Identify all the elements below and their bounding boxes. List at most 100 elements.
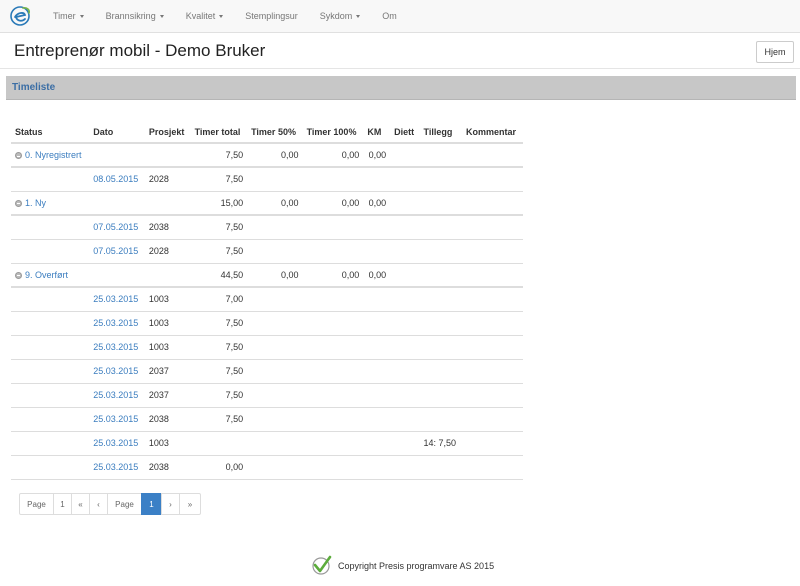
cell-km [363, 167, 391, 192]
cell-kommentar [462, 191, 523, 216]
pagination-item[interactable]: » [179, 493, 201, 515]
column-header: Tillegg [419, 121, 463, 144]
cell-prosjekt: 2028 [144, 239, 191, 264]
nav-item-stemplingsur[interactable]: Stemplingsur [234, 11, 309, 21]
cell-km [363, 359, 391, 384]
pagination-item[interactable]: 1 [53, 493, 72, 515]
cell-diett [390, 335, 420, 360]
cell-prosjekt: 2037 [144, 359, 191, 384]
cell-diett [390, 407, 420, 432]
app-logo-icon[interactable] [0, 0, 40, 33]
cell-kommentar [462, 383, 523, 408]
table-row: 25.03.2015 1003 7,50 [11, 311, 523, 336]
table-row: 25.03.2015 1003 14: 7,50 [11, 431, 523, 456]
cell-km [363, 239, 391, 264]
table-row: 25.03.2015 1003 7,50 [11, 335, 523, 360]
cell-timer-100 [302, 431, 364, 456]
date-link[interactable]: 25.03.2015 [93, 366, 138, 376]
cell-timer-total: 7,50 [190, 311, 248, 336]
cell-status [11, 431, 90, 456]
cell-km [363, 431, 391, 456]
cell-timer-50 [247, 383, 303, 408]
cell-status [11, 167, 90, 192]
nav-item-sykdom[interactable]: Sykdom [309, 11, 372, 21]
cell-km [363, 215, 391, 240]
cell-diett [390, 287, 420, 312]
table-row: 25.03.2015 2037 7,50 [11, 383, 523, 408]
pagination-item[interactable]: Page [107, 493, 142, 515]
column-header: Timer 100% [302, 121, 364, 144]
cell-status [11, 407, 90, 432]
cell-diett [390, 359, 420, 384]
date-link[interactable]: 07.05.2015 [93, 246, 138, 256]
nav-item-brannsikring[interactable]: Brannsikring [95, 11, 175, 21]
date-link[interactable]: 25.03.2015 [93, 414, 138, 424]
cell-kommentar [462, 431, 523, 456]
cell-diett [390, 263, 420, 288]
cell-status: 1. Ny [11, 191, 90, 216]
nav-item-label: Kvalitet [185, 11, 216, 21]
cell-timer-50 [247, 407, 303, 432]
group-row: 0. Nyregistrert 7,50 0,00 0,00 0,00 [11, 143, 523, 168]
checkmark-logo-icon [310, 554, 332, 578]
cell-timer-total: 44,50 [190, 263, 248, 288]
cell-prosjekt: 1003 [144, 431, 191, 456]
cell-diett [390, 431, 420, 456]
column-header: Prosjekt [144, 121, 191, 144]
nav-item-kvalitet[interactable]: Kvalitet [175, 11, 235, 21]
cell-dato: 07.05.2015 [89, 239, 145, 264]
cell-kommentar [462, 143, 523, 168]
cell-timer-total: 0,00 [190, 455, 248, 480]
date-link[interactable]: 08.05.2015 [93, 174, 138, 184]
collapse-minus-icon[interactable] [15, 271, 22, 279]
date-link[interactable]: 07.05.2015 [93, 222, 138, 232]
pagination-item[interactable]: 1 [141, 493, 162, 515]
section-title: Timeliste [12, 82, 56, 93]
cell-timer-50 [247, 215, 303, 240]
table-row: 08.05.2015 2028 7,50 [11, 167, 523, 192]
pagination-item[interactable]: « [71, 493, 90, 515]
cell-kommentar [462, 215, 523, 240]
cell-km: 0,00 [363, 191, 391, 216]
nav-item-om[interactable]: Om [371, 11, 408, 21]
date-link[interactable]: 25.03.2015 [93, 438, 138, 448]
cell-kommentar [462, 311, 523, 336]
collapse-minus-icon[interactable] [15, 199, 22, 207]
status-group-link[interactable]: 1. Ny [25, 198, 46, 208]
cell-timer-100: 0,00 [302, 191, 364, 216]
cell-timer-total: 7,00 [190, 287, 248, 312]
cell-tillegg [419, 215, 463, 240]
page-header: Entreprenør mobil - Demo Bruker Hjem [0, 33, 800, 69]
date-link[interactable]: 25.03.2015 [93, 318, 138, 328]
footer-copyright: Copyright Presis programvare AS 2015 [338, 561, 495, 571]
column-header: Status [11, 121, 90, 144]
status-group-link[interactable]: 9. Overført [25, 270, 68, 280]
cell-timer-100: 0,00 [302, 143, 364, 168]
cell-prosjekt [144, 191, 191, 216]
cell-timer-50: 0,00 [247, 143, 303, 168]
pagination-item[interactable]: Page [19, 493, 54, 515]
cell-prosjekt: 2038 [144, 407, 191, 432]
nav-item-label: Om [382, 11, 397, 21]
home-button[interactable]: Hjem [756, 40, 794, 63]
cell-status [11, 287, 90, 312]
group-row: 1. Ny 15,00 0,00 0,00 0,00 [11, 191, 523, 216]
cell-dato: 25.03.2015 [89, 287, 145, 312]
pagination-item[interactable]: › [161, 493, 180, 515]
date-link[interactable]: 25.03.2015 [93, 462, 138, 472]
table-row: 25.03.2015 2038 7,50 [11, 407, 523, 432]
cell-timer-100 [302, 239, 364, 264]
cell-timer-total: 7,50 [190, 383, 248, 408]
status-group-link[interactable]: 0. Nyregistrert [25, 150, 82, 160]
cell-diett [390, 167, 420, 192]
pagination-item[interactable]: ‹ [89, 493, 108, 515]
date-link[interactable]: 25.03.2015 [93, 342, 138, 352]
cell-timer-50 [247, 167, 303, 192]
collapse-minus-icon[interactable] [15, 152, 22, 159]
nav-item-timer[interactable]: Timer [42, 11, 95, 21]
section-bar: Timeliste [6, 76, 796, 100]
date-link[interactable]: 25.03.2015 [93, 390, 138, 400]
date-link[interactable]: 25.03.2015 [93, 294, 138, 304]
cell-timer-50 [247, 335, 303, 360]
cell-dato: 07.05.2015 [89, 215, 145, 240]
